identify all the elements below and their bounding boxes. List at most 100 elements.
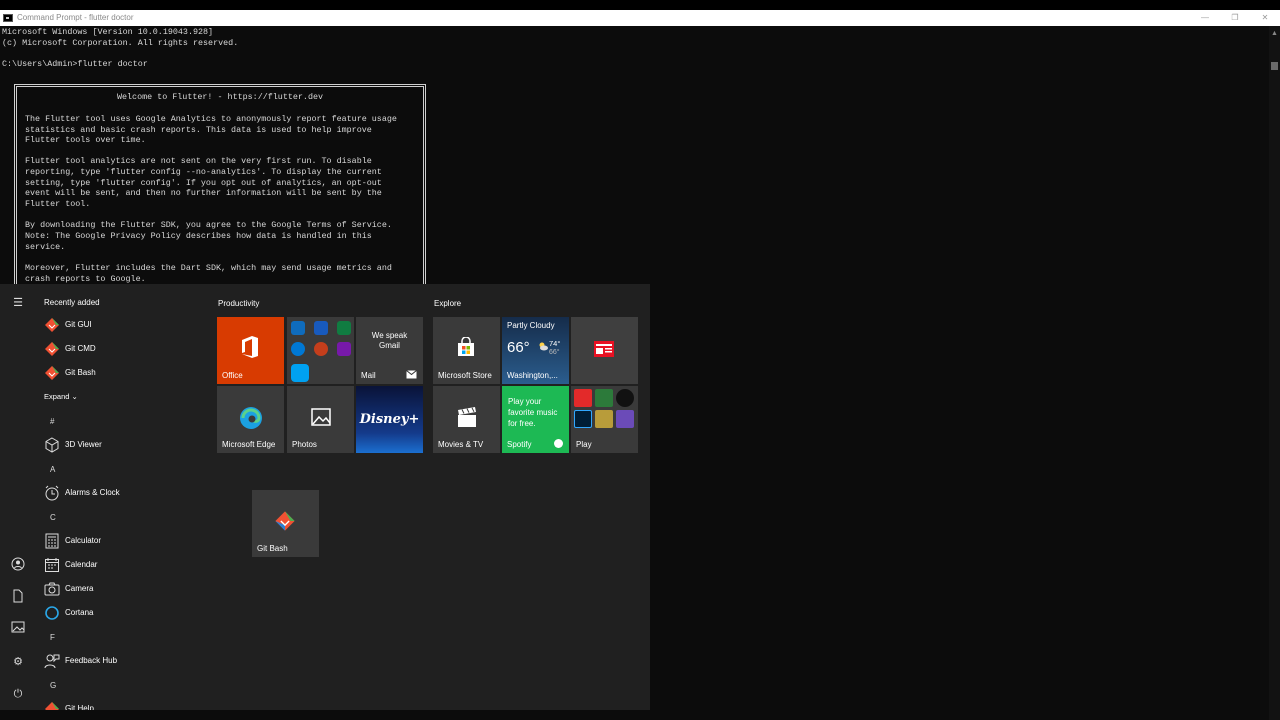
- tile-label: Mail: [361, 371, 376, 380]
- minimize-button[interactable]: —: [1190, 10, 1220, 26]
- tile-photos[interactable]: Photos: [287, 386, 354, 453]
- partly-cloudy-icon: [539, 342, 548, 351]
- tile-label: Microsoft Store: [438, 371, 492, 380]
- tile-weather[interactable]: Partly Cloudy 66° 74° 66° Washington,...: [502, 317, 569, 384]
- close-button[interactable]: ✕: [1250, 10, 1280, 26]
- pictures-icon[interactable]: [9, 621, 27, 639]
- git-diamond-icon: [45, 342, 59, 356]
- solitaire-icon: [595, 389, 613, 407]
- tile-office[interactable]: Office: [217, 317, 284, 384]
- weather-high: 74°: [549, 339, 561, 348]
- mail-promo-text: We speak Gmail: [371, 331, 408, 350]
- tile-disney-plus[interactable]: Disney+: [356, 386, 423, 453]
- window-title: Command Prompt - flutter doctor: [17, 13, 134, 22]
- box-line: statistics and basic crash reports. This…: [25, 125, 372, 135]
- camera-icon: [44, 582, 60, 596]
- app-label: Calendar: [65, 560, 98, 569]
- box-line: Note: The Google Privacy Policy describe…: [25, 231, 372, 241]
- expand-label: Expand: [44, 392, 70, 401]
- start-rail: ☰ ⚙ ⏻: [0, 284, 36, 710]
- tiktok-icon: [616, 389, 634, 407]
- app-label: 3D Viewer: [65, 440, 102, 449]
- office-logo-icon: [242, 336, 258, 358]
- tile-news[interactable]: [571, 317, 638, 384]
- app-label: Feedback Hub: [65, 656, 118, 665]
- tile-play[interactable]: Play: [571, 386, 638, 453]
- tile-label: Microsoft Edge: [222, 440, 276, 449]
- app-label: Camera: [65, 584, 94, 593]
- group-productivity[interactable]: Productivity: [218, 299, 259, 308]
- console-scrollbar[interactable]: ▲: [1269, 26, 1280, 720]
- tile-label: Office: [222, 371, 243, 380]
- calendar-icon: [45, 558, 59, 572]
- section-letter[interactable]: #: [50, 417, 54, 426]
- app-list[interactable]: Recently added Git GUI Git CMD Git Bash …: [36, 284, 206, 710]
- box-line: Flutter tools over time.: [25, 135, 146, 145]
- onedrive-icon: [291, 342, 305, 356]
- app-label: Git Bash: [65, 368, 96, 377]
- photoshop-express-icon: [574, 410, 592, 428]
- alarm-clock-icon: [45, 485, 59, 501]
- app-label: Cortana: [65, 608, 94, 617]
- group-explore[interactable]: Explore: [434, 299, 461, 308]
- console-line: C:\Users\Admin>flutter doctor: [2, 59, 148, 69]
- tile-label: Spotify: [507, 440, 532, 449]
- box-line: service.: [25, 242, 66, 252]
- weather-low: 66°: [549, 349, 560, 356]
- film-clapper-icon: [458, 407, 476, 427]
- settings-gear-icon[interactable]: ⚙: [9, 653, 27, 671]
- tile-label: Play: [576, 440, 592, 449]
- box-line: The Flutter tool uses Google Analytics t…: [25, 114, 397, 124]
- calculator-icon: [45, 533, 59, 549]
- expand-button[interactable]: Expand ⌄: [44, 386, 78, 408]
- tile-mail[interactable]: We speak Gmail Mail: [356, 317, 423, 384]
- onenote-icon: [337, 342, 351, 356]
- weather-condition: Partly Cloudy: [507, 321, 555, 330]
- maximize-button[interactable]: ❐: [1220, 10, 1250, 26]
- box-line: Moreover, Flutter includes the Dart SDK,…: [25, 263, 392, 273]
- tile-microsoft-store[interactable]: Microsoft Store: [433, 317, 500, 384]
- box-line: setting, type 'flutter config'. If you o…: [25, 178, 382, 188]
- feedback-person-icon: [44, 654, 60, 669]
- git-diamond-icon: [45, 318, 59, 332]
- app-label: Calculator: [65, 536, 102, 545]
- app-label: Git CMD: [65, 344, 96, 353]
- disney-logo: Disney+: [359, 412, 420, 427]
- app-label: Alarms & Clock: [65, 488, 120, 497]
- start-menu: ☰ ⚙ ⏻ Recently added Git GUI Git CMD Git…: [0, 284, 650, 710]
- powerpoint-icon: [314, 342, 328, 356]
- tile-movies-tv[interactable]: Movies & TV: [433, 386, 500, 453]
- tile-label: Movies & TV: [438, 440, 484, 449]
- tile-office-apps[interactable]: [287, 317, 354, 384]
- scroll-up-icon[interactable]: ▲: [1271, 30, 1278, 37]
- envelope-icon: [406, 370, 417, 379]
- recently-added-heading: Recently added: [44, 298, 100, 307]
- tile-git-bash[interactable]: Git Bash: [252, 490, 319, 557]
- tile-microsoft-edge[interactable]: Microsoft Edge: [217, 386, 284, 453]
- power-icon[interactable]: ⏻: [9, 685, 27, 703]
- git-diamond-icon: [275, 511, 295, 531]
- cube-icon: [45, 437, 59, 453]
- box-line: By downloading the Flutter SDK, you agre…: [25, 220, 392, 230]
- tile-label: Photos: [292, 440, 317, 449]
- documents-icon[interactable]: [9, 589, 27, 607]
- tile-spotify[interactable]: Play your favorite music for free. Spoti…: [502, 386, 569, 453]
- console-line: Microsoft Windows [Version 10.0.19043.92…: [2, 27, 214, 37]
- welcome-title: Welcome to Flutter! - https://flutter.de…: [116, 92, 324, 102]
- weather-location: Washington,...: [507, 371, 558, 380]
- word-icon: [314, 321, 328, 335]
- tile-label: Git Bash: [257, 544, 288, 553]
- store-bag-icon: [458, 337, 474, 356]
- scroll-thumb[interactable]: [1271, 62, 1278, 70]
- box-line: Flutter tool.: [25, 199, 91, 209]
- section-letter[interactable]: G: [50, 681, 56, 690]
- section-letter[interactable]: F: [50, 633, 55, 642]
- hamburger-menu-icon[interactable]: ☰: [9, 294, 27, 312]
- chevron-down-icon: ⌄: [71, 392, 78, 401]
- app-label: Git Help: [65, 704, 94, 710]
- section-letter[interactable]: A: [50, 465, 55, 474]
- game-icon: [616, 410, 634, 428]
- user-account-icon[interactable]: [9, 557, 27, 575]
- command-prompt-icon: [3, 14, 13, 22]
- section-letter[interactable]: C: [50, 513, 56, 522]
